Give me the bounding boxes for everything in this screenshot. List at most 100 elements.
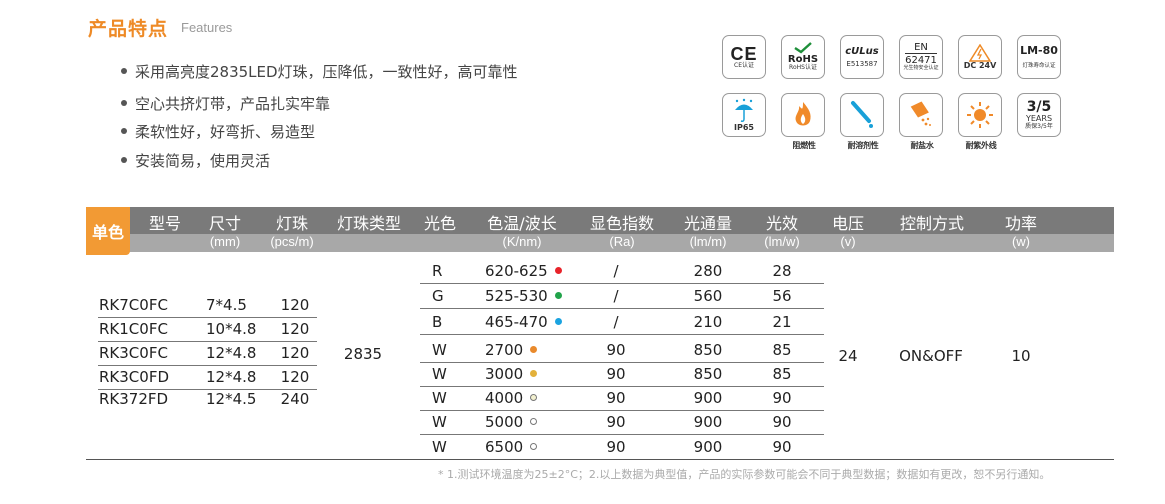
salt-water-icon xyxy=(899,93,943,137)
warning-triangle-icon xyxy=(969,43,991,62)
leds-cell: 120 xyxy=(280,368,310,386)
model-cell: RK7C0FC xyxy=(99,296,168,314)
color-cell: W xyxy=(432,413,447,431)
cri-cell: / xyxy=(613,287,619,305)
cri-cell: 90 xyxy=(606,413,626,431)
row-divider xyxy=(420,334,824,335)
cri-cell: / xyxy=(613,313,619,331)
color-cell: R xyxy=(432,262,443,280)
feature-item: 空心共挤灯带，产品扎实牢靠 xyxy=(121,93,330,114)
size-cell: 7*4.5 xyxy=(206,296,247,314)
cct-cell: 6500 xyxy=(485,438,538,456)
row-divider xyxy=(420,308,824,309)
size-cell: 12*4.8 xyxy=(206,344,257,362)
flux-cell: 280 xyxy=(693,262,723,280)
model-cell: RK3C0FC xyxy=(99,344,168,362)
voltage-warning-icon: DC 24V xyxy=(958,35,1002,79)
header-efficacy-unit: (lm/w) xyxy=(764,234,800,249)
cert-ce: CE CE认证 xyxy=(722,35,768,79)
led-type-cell: 2835 xyxy=(343,345,383,363)
cert-ul: cULus E513587 xyxy=(840,35,886,79)
size-cell: 10*4.8 xyxy=(206,320,257,338)
model-cell: RK3C0FD xyxy=(99,368,169,386)
header-leds: 灯珠 xyxy=(275,214,308,233)
row-divider xyxy=(420,386,824,387)
efficacy-cell: 90 xyxy=(772,438,792,456)
dropper-icon xyxy=(840,93,884,137)
rohs-check-icon: RoHS RoHS认证 xyxy=(781,35,825,79)
header-cct: 色温/波长 xyxy=(487,214,557,233)
cert-ip65: IP65 xyxy=(722,93,768,137)
row-divider xyxy=(98,317,317,318)
flux-cell: 900 xyxy=(693,413,723,431)
green-dot-icon xyxy=(554,292,562,299)
cert-en: EN 62471 光生物安全认证 xyxy=(899,35,945,79)
bullet-icon xyxy=(121,99,127,106)
header-led-type: 灯珠类型 xyxy=(336,214,401,233)
control-cell: ON&OFF xyxy=(899,347,963,365)
size-cell: 12*4.5 xyxy=(206,390,257,408)
header-flux-unit: (lm/m) xyxy=(689,234,727,249)
cri-cell: 90 xyxy=(606,438,626,456)
flux-cell: 210 xyxy=(693,313,723,331)
cert-flame: 阻燃性 xyxy=(781,93,827,151)
en-standard-icon: EN 62471 光生物安全认证 xyxy=(899,35,943,79)
cri-cell: / xyxy=(613,262,619,280)
model-cell: RK372FD xyxy=(99,390,169,408)
ce-mark-icon: CE CE认证 xyxy=(722,35,766,79)
amber-dot-icon xyxy=(530,346,538,353)
leds-cell: 120 xyxy=(280,296,310,314)
power-cell: 10 xyxy=(1011,347,1031,365)
cert-warranty: 3/5 YEARS 质保3/5年 xyxy=(1017,93,1063,137)
blue-dot-icon xyxy=(554,318,562,325)
feature-item: 安装简易，使用灵活 xyxy=(121,150,270,171)
header-size: 尺寸 xyxy=(208,214,241,233)
size-cell: 12*4.8 xyxy=(206,368,257,386)
cri-cell: 90 xyxy=(606,341,626,359)
flux-cell: 850 xyxy=(693,341,723,359)
neutral-dot-icon xyxy=(530,394,538,401)
cct-cell: 2700 xyxy=(485,341,538,359)
table-bottom-rule xyxy=(86,459,1114,460)
color-cell: W xyxy=(432,438,447,456)
cert-dc24v: DC 24V xyxy=(958,35,1004,79)
model-cell: RK1C0FC xyxy=(99,320,168,338)
cct-cell: 3000 xyxy=(485,365,538,383)
cct-cell: 4000 xyxy=(485,389,538,407)
voltage-cell: 24 xyxy=(838,347,858,365)
cert-rohs: RoHS RoHS认证 xyxy=(781,35,827,79)
leds-cell: 120 xyxy=(280,320,310,338)
cert-salt: 耐盐水 xyxy=(899,93,945,151)
efficacy-cell: 21 xyxy=(772,313,792,331)
bullet-icon xyxy=(121,67,127,74)
section-title: 产品特点 xyxy=(88,18,169,40)
efficacy-cell: 28 xyxy=(772,262,792,280)
color-cell: G xyxy=(432,287,444,305)
header-cri-unit: (Ra) xyxy=(609,234,635,249)
feature-item: 采用高亮度2835LED灯珠，压降低，一致性好，高可靠性 xyxy=(121,61,518,82)
header-cri: 显色指数 xyxy=(589,214,654,233)
sun-icon xyxy=(958,93,1002,137)
flux-cell: 850 xyxy=(693,365,723,383)
header-power: 功率 xyxy=(1004,214,1037,233)
leds-cell: 120 xyxy=(280,344,310,362)
header-voltage-unit: (v) xyxy=(840,234,856,249)
row-divider xyxy=(98,365,317,366)
color-cell: W xyxy=(432,365,447,383)
bullet-icon xyxy=(121,127,127,134)
row-divider xyxy=(420,283,824,284)
footnote: * 1.测试环境温度为25±2°C；2.以上数据为典型值，产品的实际参数可能会不… xyxy=(438,468,1051,481)
flux-cell: 560 xyxy=(693,287,723,305)
white-dot-icon xyxy=(530,443,538,450)
yellow-dot-icon xyxy=(530,370,538,377)
header-power-unit: (w) xyxy=(1011,234,1031,249)
header-flux: 光通量 xyxy=(683,214,732,233)
single-color-tab: 单色 xyxy=(86,207,130,255)
color-cell: B xyxy=(432,313,443,331)
row-divider xyxy=(98,341,317,342)
efficacy-cell: 85 xyxy=(772,365,792,383)
efficacy-cell: 85 xyxy=(772,341,792,359)
cct-cell: 465-470 xyxy=(485,313,562,331)
check-icon xyxy=(794,42,812,54)
row-divider xyxy=(420,434,824,435)
